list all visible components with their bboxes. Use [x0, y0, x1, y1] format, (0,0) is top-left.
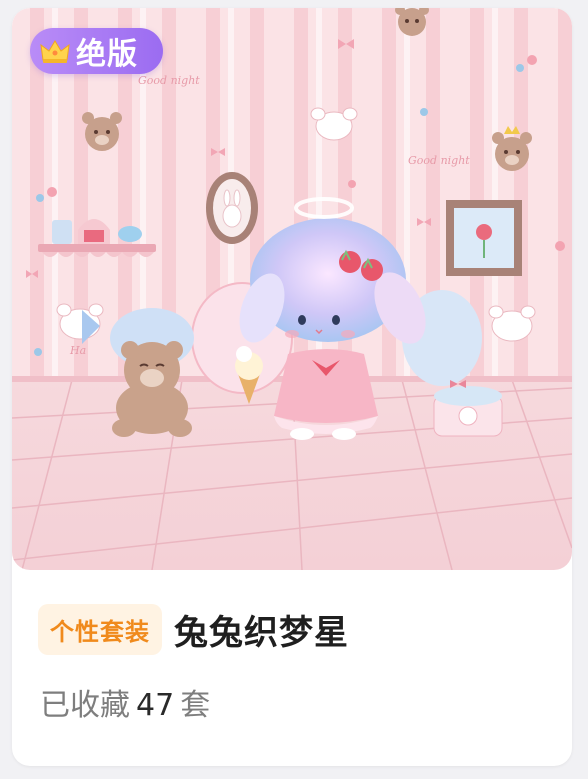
suit-title[interactable]: 兔兔织梦星 — [174, 605, 349, 654]
collected-prefix: 已收藏 — [40, 688, 130, 723]
out-of-print-badge: 绝版 — [30, 28, 163, 74]
wall-text-3: Ha — [69, 344, 86, 357]
collected-count-line: 已收藏 47 套 — [40, 680, 210, 724]
preview-illustration: Good night Good night Ha — [12, 8, 572, 570]
title-row: 个性套装 兔兔织梦星 — [38, 604, 349, 655]
category-tag: 个性套装 — [38, 604, 162, 655]
collected-suffix: 套 — [180, 688, 211, 723]
crown-icon — [40, 40, 70, 63]
collected-count: 47 — [136, 688, 175, 723]
wall-text-1: Good night — [138, 74, 200, 87]
wall-text-2: Good night — [408, 154, 470, 167]
suit-info: 个性套装 兔兔织梦星 已收藏 47 套 — [12, 570, 572, 766]
suit-preview-image[interactable]: Good night Good night Ha 绝版 — [12, 8, 572, 570]
theme-card[interactable]: Good night Good night Ha 绝版 个性套装 兔兔织梦星 已… — [12, 8, 572, 766]
badge-label: 绝版 — [76, 37, 138, 72]
rose-picture-frame — [446, 200, 522, 276]
bunny-portrait-frame — [206, 172, 258, 244]
